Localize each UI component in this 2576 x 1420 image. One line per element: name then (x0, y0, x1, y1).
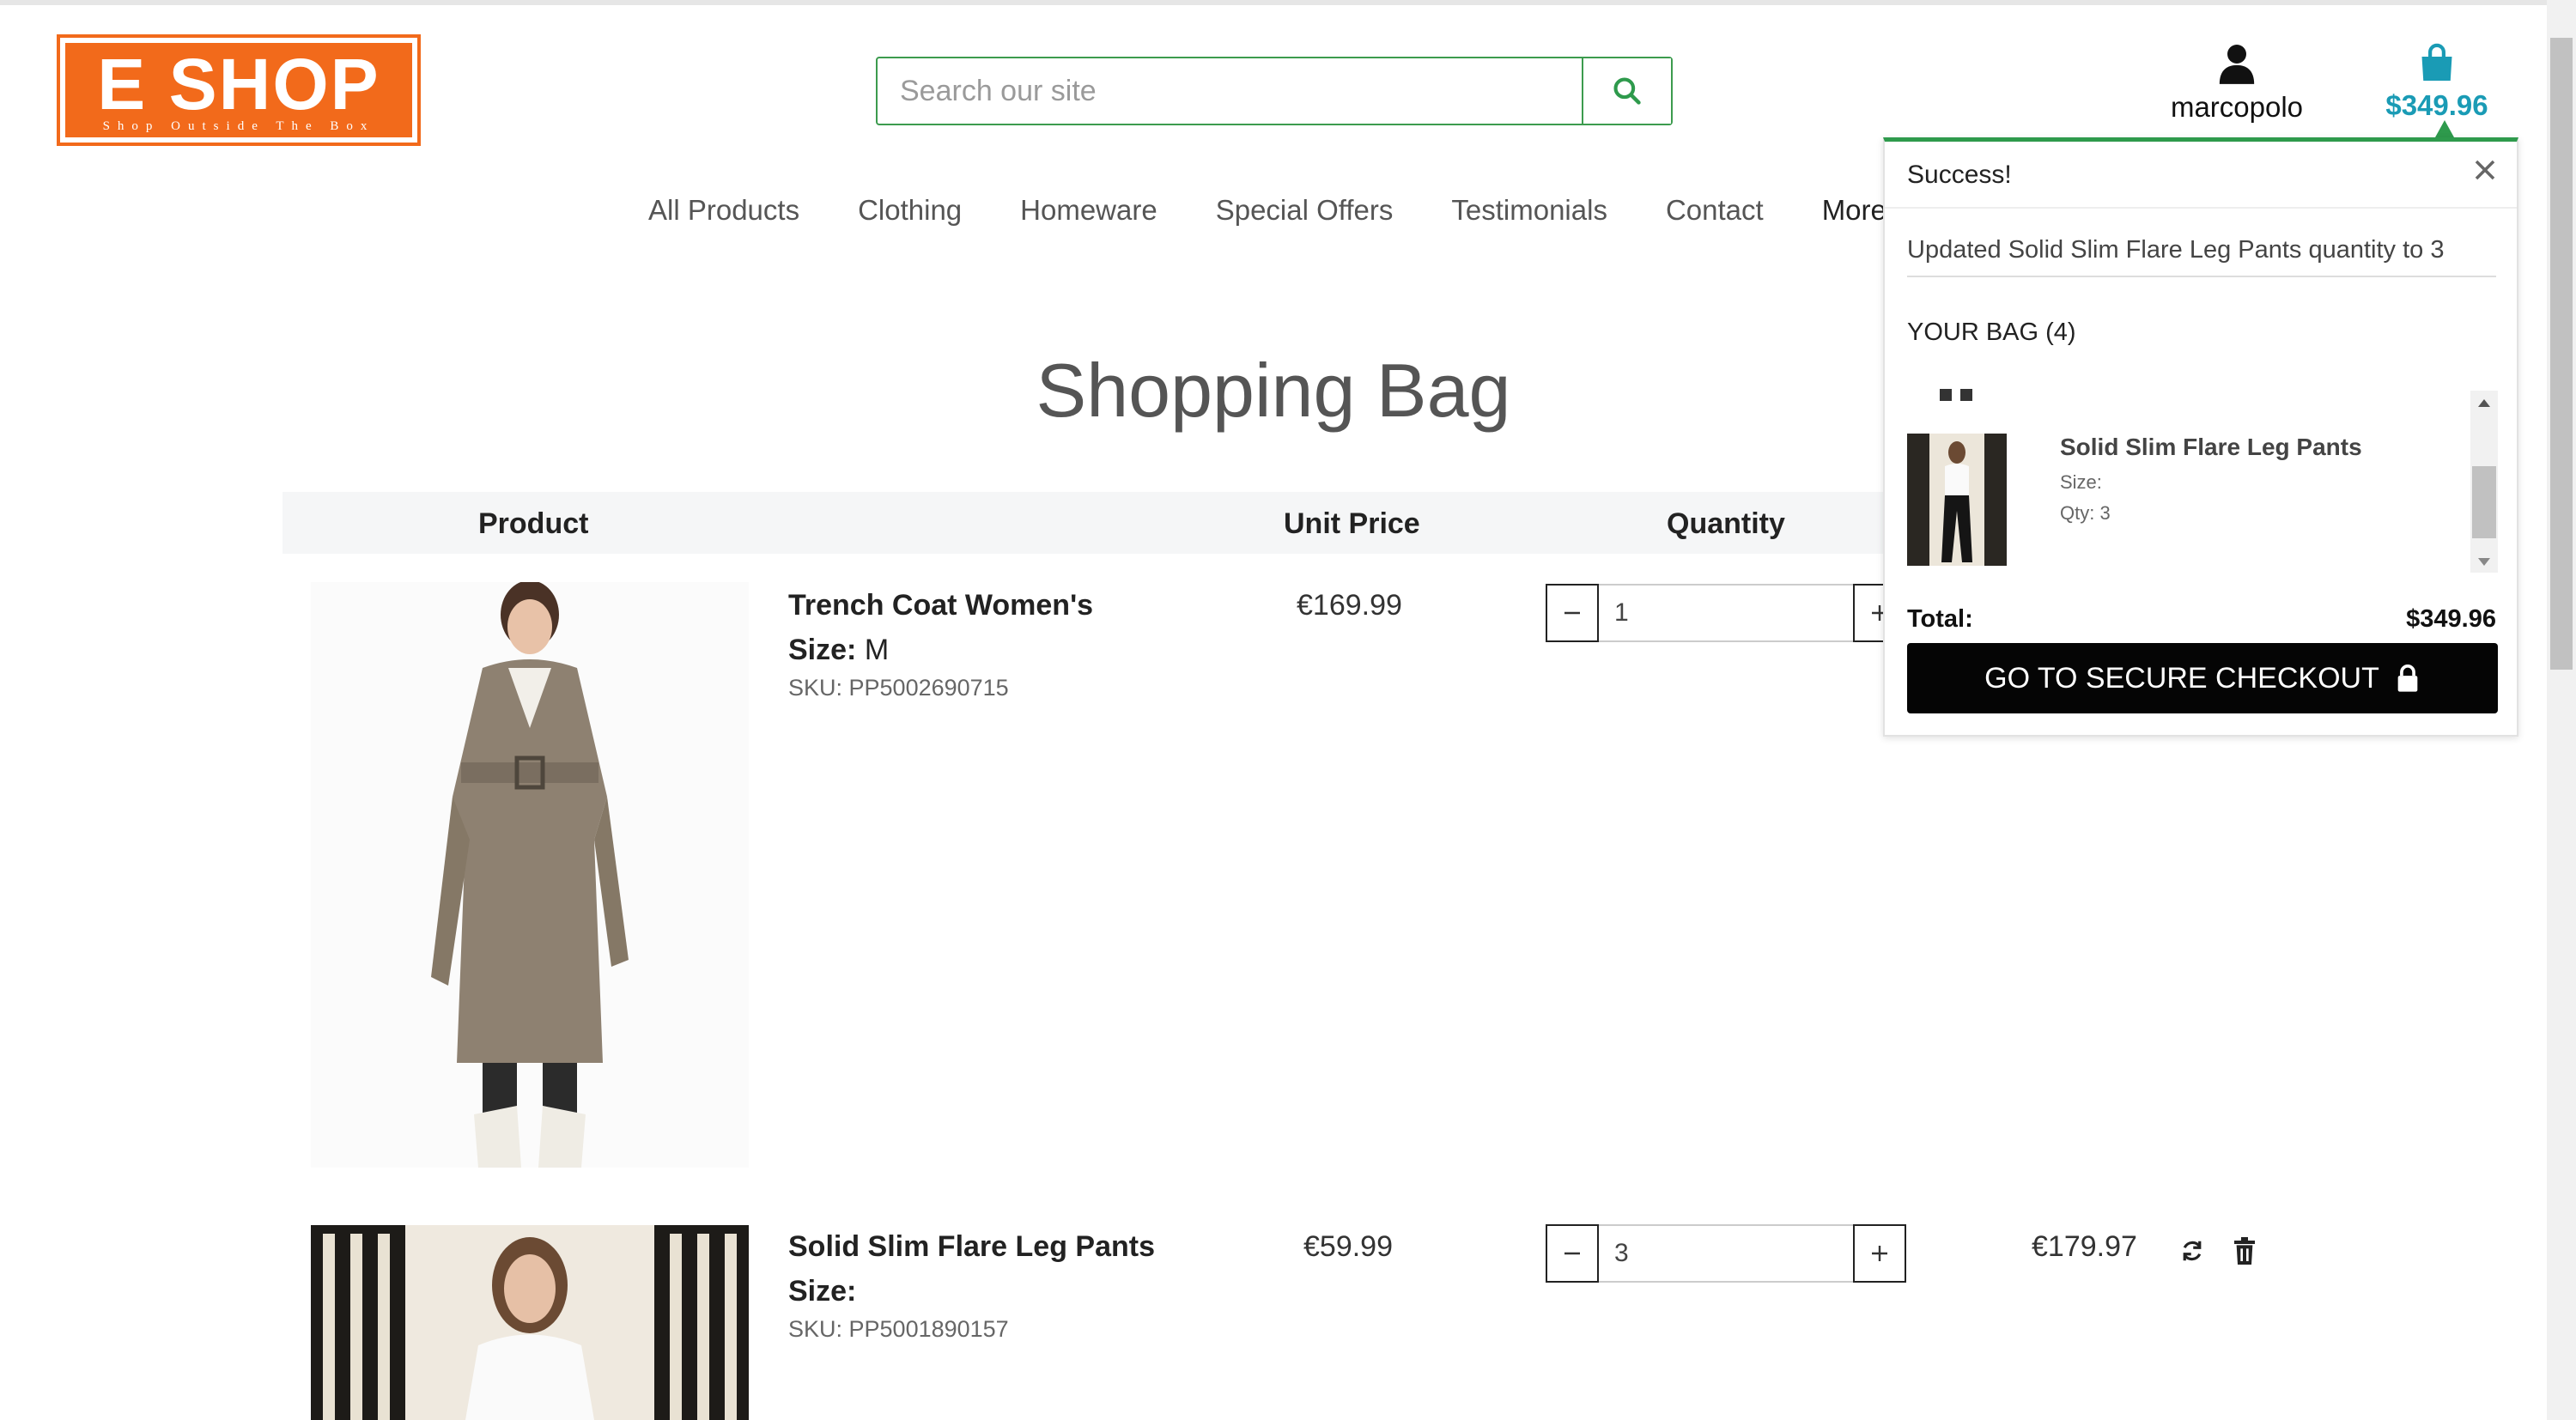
product-size: Size: (788, 1275, 856, 1308)
nav-homeware[interactable]: Homeware (1020, 194, 1157, 227)
popup-pointer (2435, 120, 2454, 137)
product-name[interactable]: Trench Coat Women's (788, 589, 1093, 622)
scroll-up-arrow-icon[interactable] (2478, 399, 2490, 407)
nav-testimonials[interactable]: Testimonials (1451, 194, 1607, 227)
account-username: marcopolo (2170, 91, 2304, 123)
column-header-unit-price: Unit Price (1284, 507, 1420, 540)
bag-update-popup: Success! Updated Solid Slim Flare Leg Pa… (1883, 137, 2518, 737)
message-divider (1907, 276, 2496, 277)
line-subtotal: €179.97 (2032, 1230, 2137, 1263)
product-size: Size: M (788, 634, 889, 667)
popup-title: Success! (1907, 161, 2012, 189)
size-label: Size: (788, 634, 857, 666)
quantity-stepper (1546, 1224, 1906, 1283)
bag-heading: YOUR BAG (4) (1907, 319, 2076, 346)
product-image-flare-pants[interactable] (311, 1225, 749, 1420)
search-button[interactable] (1582, 58, 1671, 124)
decrement-button[interactable] (1546, 584, 1599, 642)
column-header-product: Product (478, 507, 589, 540)
product-sku: SKU: PP5002690715 (788, 675, 1009, 701)
search-input[interactable] (878, 58, 1582, 124)
quantity-stepper (1546, 584, 1906, 642)
bag-list-scrollbar-thumb[interactable] (2472, 466, 2496, 538)
bag-item-thumbnail (1907, 434, 2007, 566)
nav-clothing[interactable]: Clothing (858, 194, 962, 227)
minus-icon (1564, 1252, 1580, 1255)
nav-more[interactable]: More (1822, 194, 1885, 227)
quantity-input[interactable] (1599, 1224, 1853, 1283)
refresh-icon[interactable] (2179, 1238, 2205, 1264)
nav-contact[interactable]: Contact (1666, 194, 1764, 227)
bag-total: $349.96 (2385, 89, 2488, 121)
total-value: $349.96 (2406, 605, 2496, 633)
product-sku: SKU: PP5001890157 (788, 1316, 1009, 1342)
popup-divider (1885, 207, 2517, 209)
close-icon[interactable] (2472, 157, 2498, 183)
increment-button[interactable] (1853, 1224, 1906, 1283)
bag-item-qty: Qty: 3 (2060, 502, 2111, 524)
shopping-bag-icon (2421, 43, 2452, 81)
main-nav: All Products Clothing Homeware Special O… (648, 194, 1885, 237)
account-link[interactable]: marcopolo (2155, 43, 2318, 124)
column-header-quantity: Quantity (1667, 507, 1785, 540)
page-scrollbar[interactable] (2547, 0, 2576, 1420)
shop-logo[interactable]: E SHOP Shop Outside The Box (57, 34, 421, 146)
unit-price: €59.99 (1303, 1230, 1393, 1263)
bag-list-scrollbar[interactable] (2470, 391, 2498, 573)
nav-all-products[interactable]: All Products (648, 194, 799, 227)
total-label: Total: (1907, 605, 1973, 633)
user-icon (2219, 45, 2255, 84)
popup-message: Updated Solid Slim Flare Leg Pants quant… (1907, 236, 2445, 264)
secure-checkout-button[interactable]: GO TO SECURE CHECKOUT (1907, 643, 2498, 713)
size-value: M (864, 634, 890, 666)
bag-item-list[interactable]: Solid Slim Flare Leg Pants Size: Qty: 3 (1907, 389, 2484, 574)
previous-item-thumbnail (1940, 389, 1972, 401)
product-image-trench-coat[interactable] (311, 582, 749, 1168)
top-border (0, 0, 2547, 5)
quantity-input[interactable] (1599, 584, 1853, 642)
logo-badge: E SHOP Shop Outside The Box (65, 43, 412, 137)
checkout-label: GO TO SECURE CHECKOUT (1984, 661, 2379, 695)
nav-special-offers[interactable]: Special Offers (1216, 194, 1394, 227)
logo-tagline: Shop Outside The Box (102, 119, 375, 133)
bag-item-size: Size: (2060, 471, 2102, 493)
page-scrollbar-thumb[interactable] (2550, 38, 2573, 670)
size-label: Size: (788, 1275, 857, 1308)
search-icon (1613, 77, 1641, 105)
scroll-down-arrow-icon[interactable] (2478, 558, 2490, 566)
product-name[interactable]: Solid Slim Flare Leg Pants (788, 1230, 1155, 1264)
lock-icon (2397, 664, 2418, 692)
plus-icon (1872, 1246, 1887, 1261)
search-bar (876, 57, 1673, 125)
table-header: Product Unit Price Quantity (283, 492, 1914, 554)
decrement-button[interactable] (1546, 1224, 1599, 1283)
unit-price: €169.99 (1297, 589, 1402, 622)
bag-link[interactable]: $349.96 (2370, 43, 2504, 122)
logo-text: E SHOP (97, 44, 380, 124)
trash-icon[interactable] (2233, 1237, 2257, 1265)
bag-item-name: Solid Slim Flare Leg Pants (2060, 434, 2362, 460)
minus-icon (1564, 611, 1580, 615)
